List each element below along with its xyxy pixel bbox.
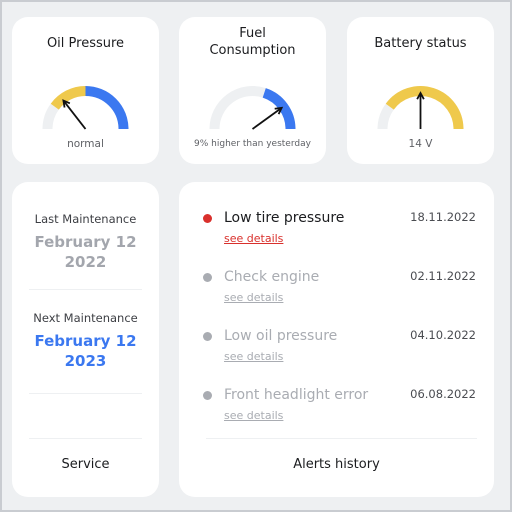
oil-pressure-caption: normal (67, 138, 104, 150)
see-details-link[interactable]: see details (224, 232, 283, 245)
last-maintenance-label: Last Maintenance (34, 212, 137, 226)
gauge-segment-yellow (385, 86, 464, 130)
see-details-link[interactable]: see details (224, 350, 283, 363)
gauge-segment-track (42, 103, 59, 130)
gauge-needle (62, 100, 87, 130)
next-maintenance-date-line1: February 12 (34, 332, 137, 350)
gauge-segment-track (377, 103, 394, 130)
gauge-needle (251, 107, 283, 130)
alert-title: Check engine (224, 269, 320, 285)
alert-item: Front headlight error 06.08.2022 see det… (199, 386, 476, 436)
alert-title: Front headlight error (224, 387, 369, 403)
battery-status-card: Battery status 14 V (347, 17, 494, 164)
alert-title: Low tire pressure (224, 210, 345, 226)
gauge-segment-blue (85, 86, 129, 130)
alert-item: Check engine 02.11.2022 see details (199, 268, 476, 318)
alert-status-dot-icon (203, 332, 212, 341)
see-details-link[interactable]: see details (224, 409, 283, 422)
divider (206, 438, 477, 439)
maintenance-card: Last Maintenance February 12 2022 Next M… (12, 182, 159, 497)
fuel-consumption-caption: 9% higher than yesterday (194, 139, 311, 149)
oil-pressure-card: Oil Pressure normal (12, 17, 159, 164)
alert-date: 02.11.2022 (410, 269, 476, 283)
alert-status-dot-icon (203, 391, 212, 400)
battery-status-caption: 14 V (408, 138, 433, 150)
gauge-segment-yellow (50, 86, 86, 110)
alerts-history-button[interactable]: Alerts history (179, 457, 494, 472)
next-maintenance-date-line2: 2023 (64, 352, 107, 370)
alerts-card: Low tire pressure 18.11.2022 see details… (179, 182, 494, 497)
next-maintenance-label: Next Maintenance (33, 311, 138, 325)
service-button[interactable]: Service (12, 457, 159, 472)
alert-title: Low oil pressure (224, 328, 338, 344)
alert-date: 04.10.2022 (410, 328, 476, 342)
last-maintenance-date-line1: February 12 (34, 233, 137, 251)
fuel-consumption-card: Fuel Consumption 9% higher than yesterda… (179, 17, 326, 164)
alert-date: 18.11.2022 (410, 210, 476, 224)
gauge-segment-track (209, 86, 266, 130)
alert-item: Low tire pressure 18.11.2022 see details (199, 209, 476, 259)
divider (29, 438, 142, 439)
alert-item: Low oil pressure 04.10.2022 see details (199, 327, 476, 377)
alert-status-dot-icon (203, 214, 212, 223)
divider (29, 289, 142, 290)
last-maintenance-date-line2: 2022 (64, 253, 107, 271)
divider (29, 393, 142, 394)
alert-date: 06.08.2022 (410, 387, 476, 401)
alert-status-dot-icon (203, 273, 212, 282)
see-details-link[interactable]: see details (224, 291, 283, 304)
